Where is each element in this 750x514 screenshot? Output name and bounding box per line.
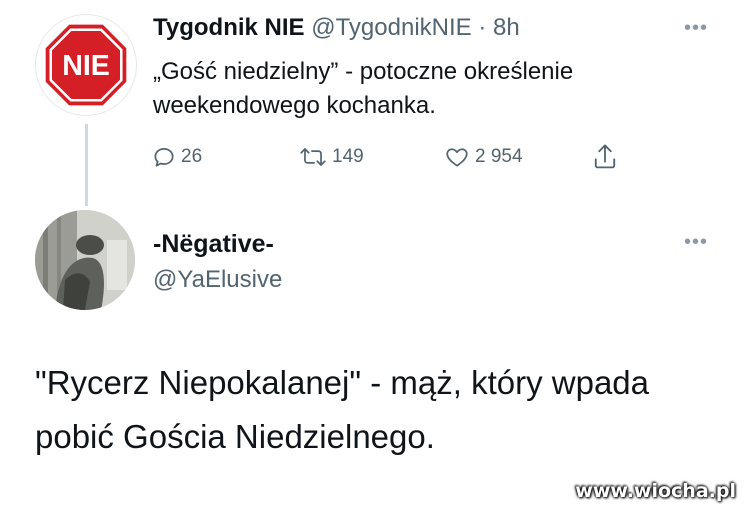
tweet1-text: „Gość niedzielny” - potoczne określenie … (153, 58, 574, 119)
nie-logo-text: NIE (62, 50, 110, 82)
share-button[interactable] (591, 140, 623, 174)
retweet-count: 149 (332, 146, 364, 167)
tweet1-handle[interactable]: @TygodnikNIE (311, 14, 471, 41)
like-button[interactable]: 2 954 (443, 140, 523, 174)
tweet2-text: "Rycerz Niepokalanej" - mąż, który wpada… (35, 364, 649, 455)
tweet2-display-name[interactable]: -Nëgative- (153, 228, 274, 260)
thread-connector-line (85, 124, 88, 206)
tweet1-timestamp[interactable]: 8h (493, 14, 520, 41)
retweet-icon (300, 148, 326, 166)
reply-button[interactable]: 26 (151, 140, 202, 174)
tweet1-display-name[interactable]: Tygodnik NIE (153, 14, 305, 41)
reply-count: 26 (181, 146, 203, 167)
share-upload-icon (594, 144, 616, 169)
watermark-text: www.wiocha.pl (575, 480, 736, 502)
tweet1-header: Tygodnik NIE @TygodnikNIE · 8h (153, 12, 520, 44)
tweet1-action-bar: 26 149 2 954 (151, 140, 631, 174)
more-horizontal-icon[interactable]: ••• (684, 18, 708, 38)
avatar-negative[interactable] (35, 210, 135, 310)
like-count: 2 954 (475, 146, 523, 167)
avatar-tygodnik-nie[interactable]: NIE (35, 14, 137, 116)
heart-outline-icon (446, 148, 468, 167)
person-photo-avatar (35, 210, 135, 310)
tweet-screenshot: NIE Tygodnik NIE @TygodnikNIE · 8h ••• „… (0, 0, 750, 514)
reply-bubble-icon (154, 148, 174, 167)
tweet2-handle[interactable]: @YaElusive (153, 264, 282, 296)
retweet-button[interactable]: 149 (298, 140, 364, 174)
tweet1-separator: · (478, 14, 487, 41)
more-horizontal-icon[interactable]: ••• (684, 232, 708, 252)
nie-stop-sign-logo: NIE (45, 24, 127, 106)
